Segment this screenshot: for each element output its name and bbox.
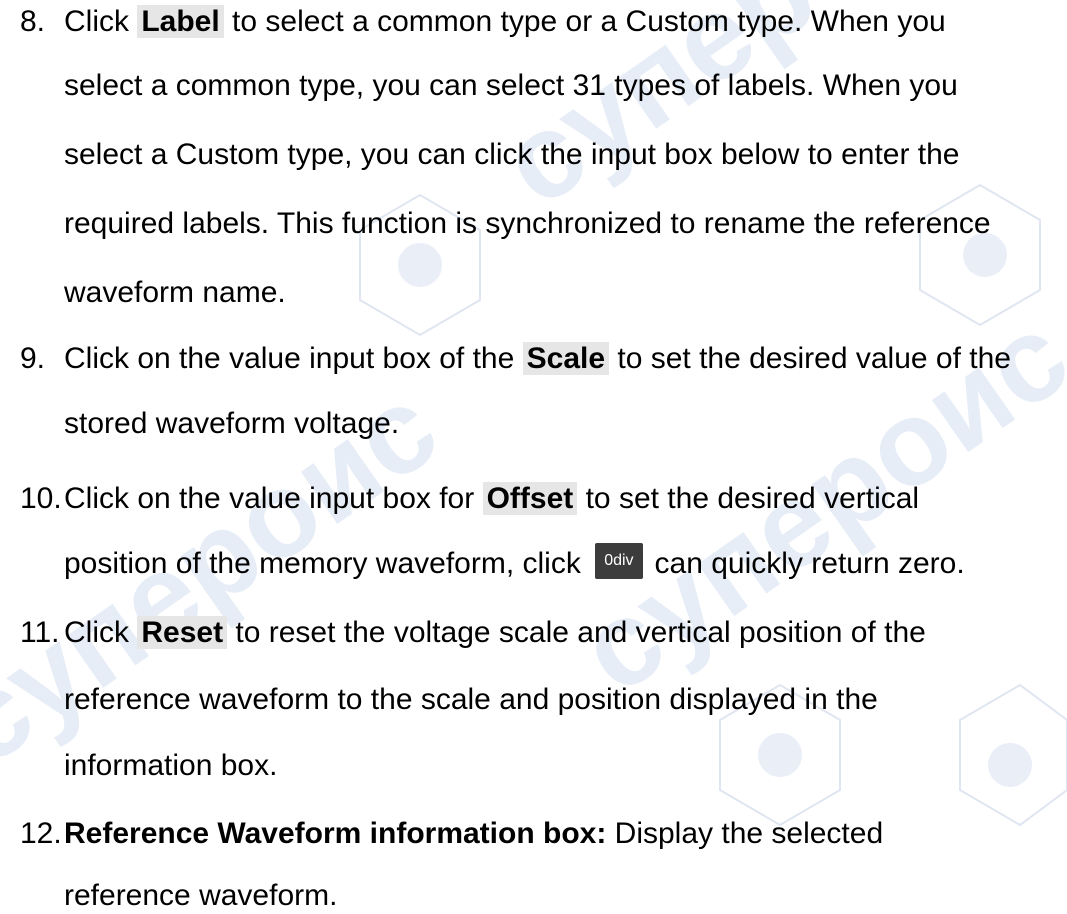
text-span: to set the desired value of the <box>609 342 1011 375</box>
text-span: can quickly return zero. <box>654 547 965 580</box>
scale-term: Scale <box>522 342 610 375</box>
list-item-text-line: Click Label to select a common type or a… <box>64 4 946 40</box>
text-span: select a Custom type, you can click the … <box>64 138 960 171</box>
list-item-text-line: reference waveform to the scale and posi… <box>64 682 878 718</box>
list-item-text-line: Click Reset to reset the voltage scale a… <box>64 615 926 651</box>
text-span: to select a common type or a Custom type… <box>223 5 946 38</box>
list-item-text-line: Click on the value input box of the Scal… <box>64 341 1011 377</box>
list-item-number: 10. <box>20 482 62 515</box>
text-span: Click <box>64 5 138 38</box>
document-page: 8. Click Label to select a common type or… <box>0 0 1067 912</box>
text-span: to reset the voltage scale and vertical … <box>227 616 926 649</box>
list-item-text-line: select a Custom type, you can click the … <box>64 137 960 173</box>
list-item-text-line: stored waveform voltage. <box>64 406 399 442</box>
list-item-number: 11. <box>20 616 60 649</box>
text-span: to set the desired vertical <box>577 482 920 515</box>
list-item-text-line: Reference Waveform information box: Disp… <box>64 816 883 852</box>
list-item-text-line: information box. <box>64 748 277 784</box>
list-item-text-line: position of the memory waveform, click 0… <box>64 543 965 582</box>
list-item-number: 9. <box>20 342 46 375</box>
label-term: Label <box>137 5 224 38</box>
list-item-text-line: waveform name. <box>64 275 286 311</box>
text-span: waveform name. <box>64 276 286 309</box>
text-span: reference waveform to the scale and posi… <box>64 683 878 716</box>
text-span: Click <box>64 616 138 649</box>
list-item-number: 8. <box>20 5 46 38</box>
text-span: information box. <box>64 749 278 782</box>
text-span: reference waveform. <box>64 879 338 912</box>
offset-term: Offset <box>482 482 578 515</box>
text-span: Click on the value input box of the <box>64 342 523 375</box>
list-item-text-line: reference waveform. <box>64 878 337 914</box>
text-span: position of the memory waveform, click <box>64 547 590 580</box>
bold-term: Reference Waveform information box: <box>64 817 607 850</box>
list-item-text-line: Click on the value input box for Offset … <box>64 481 919 517</box>
text-span: select a common type, you can select 31 … <box>64 69 958 102</box>
text-span: stored waveform voltage. <box>64 407 400 440</box>
text-span: required labels. This function is synchr… <box>64 207 991 240</box>
text-span: Click on the value input box for <box>64 482 483 515</box>
reset-term: Reset <box>137 616 228 649</box>
text-span: Display the selected <box>606 817 884 850</box>
zero-div-button[interactable]: 0div <box>595 543 643 579</box>
list-item-text-line: select a common type, you can select 31 … <box>64 68 958 104</box>
list-item-text-line: required labels. This function is synchr… <box>64 206 991 242</box>
list-item-number: 12. <box>20 817 62 850</box>
